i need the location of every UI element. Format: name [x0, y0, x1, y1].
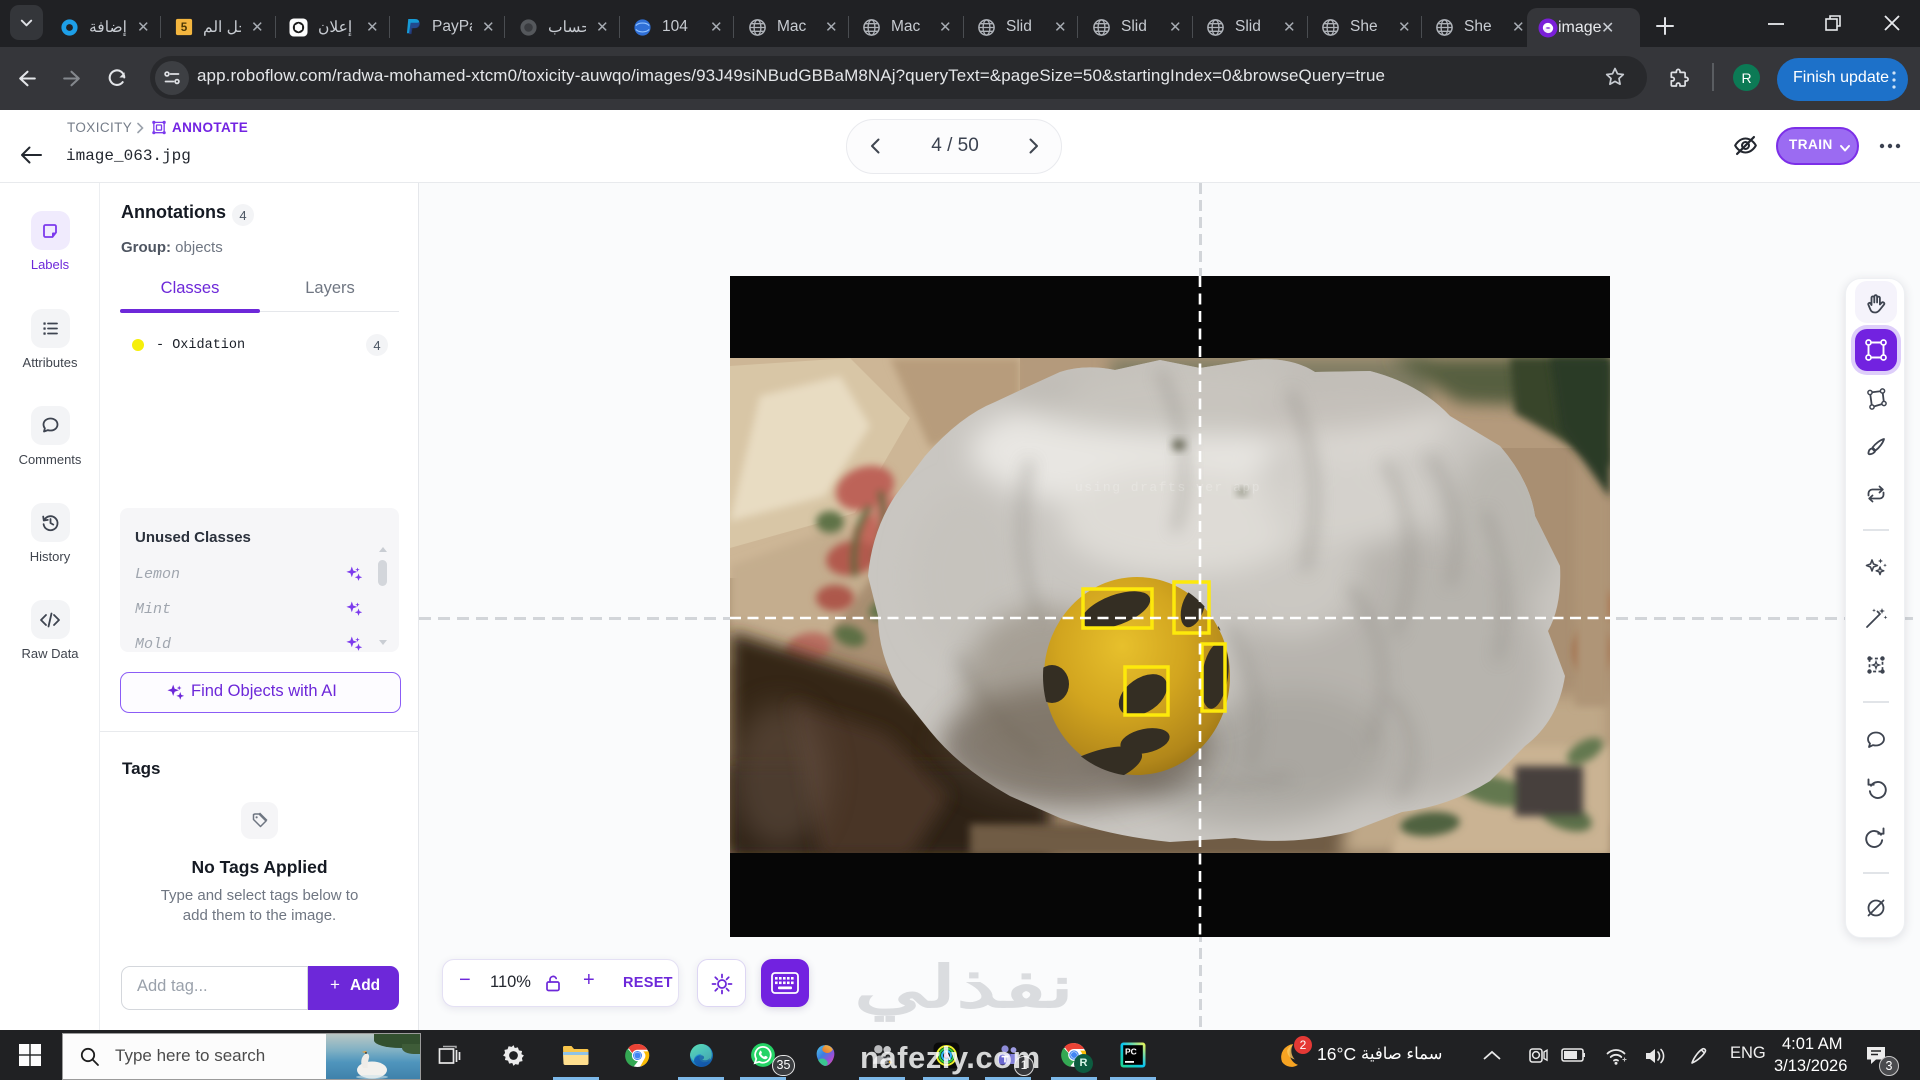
svg-text:5: 5: [181, 21, 188, 34]
svg-text:PC: PC: [1125, 1047, 1137, 1057]
svg-text:using drafts ver app: using drafts ver app: [1075, 480, 1261, 495]
